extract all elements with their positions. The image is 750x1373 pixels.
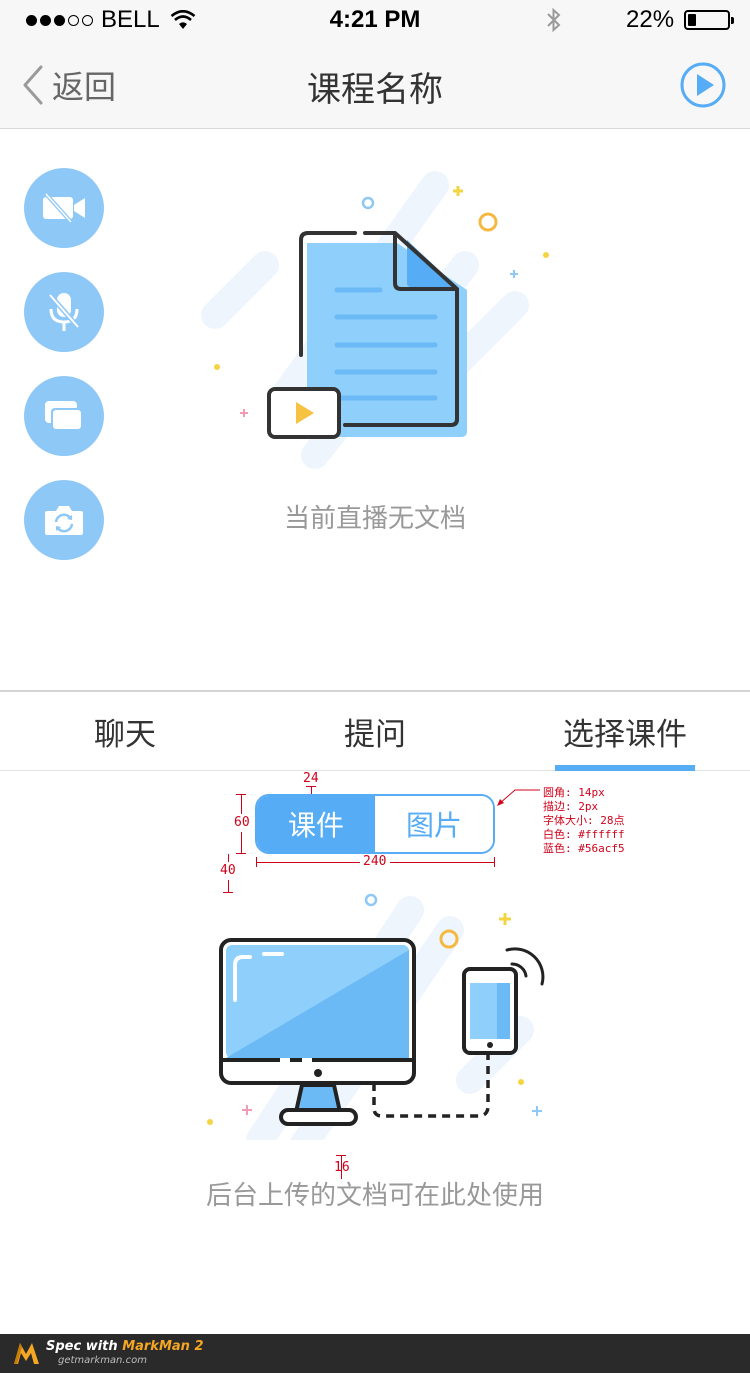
markman-brand-name: MarkMan 2 — [122, 1339, 204, 1354]
chevron-left-icon — [23, 65, 43, 105]
signal-strength-icon — [26, 14, 93, 26]
annotation-width-line-right — [390, 862, 494, 863]
markman-logo-icon — [14, 1343, 39, 1364]
computer-phone-illustration — [207, 893, 545, 1140]
carrier-info: BELL — [26, 6, 196, 34]
annotation-note-blue: 蓝色: #56acf5 — [543, 842, 625, 855]
battery-percent: 22% — [626, 6, 675, 33]
tab-questions[interactable]: 提问 — [250, 692, 500, 771]
annotation-height-cap-top — [236, 794, 246, 795]
annotation-width-line-left — [256, 862, 360, 863]
battery-icon — [684, 10, 734, 30]
markman-brand-prefix: Spec with — [46, 1339, 123, 1354]
annotation-gap-top-line — [311, 786, 312, 794]
live-document-area: 当前直播无文档 — [0, 130, 750, 690]
back-button[interactable]: 返回 — [22, 62, 116, 108]
markman-url: getmarkman.com — [58, 1355, 147, 1366]
annotation-note-white: 白色: #ffffff — [543, 828, 625, 841]
back-label: 返回 — [52, 68, 117, 106]
annotation-height-cap-bottom — [236, 853, 246, 854]
camera-toggle-button[interactable] — [24, 168, 104, 248]
annotation-gap-bottom: 40 — [220, 863, 236, 878]
annotation-note-radius: 圆角: 14px — [543, 786, 605, 799]
carrier-name: BELL — [101, 6, 160, 33]
annotation-arrow — [497, 789, 540, 806]
annotation-note-stroke: 描边: 2px — [543, 800, 599, 813]
navigation-bar: 返回 课程名称 — [0, 40, 750, 129]
annotation-note-font-size: 字体大小: 28点 — [543, 814, 625, 827]
annotation-width-cap-right — [494, 857, 495, 867]
tab-chat[interactable]: 聊天 — [0, 692, 250, 771]
empty-document-illustration — [201, 171, 549, 469]
annotation-gap-bottom-line-top — [228, 854, 229, 862]
annotation-gap-text-cap — [336, 1155, 346, 1156]
wifi-icon — [170, 10, 196, 29]
annotation-gap-top: 24 — [303, 771, 319, 786]
play-circle-icon[interactable] — [680, 62, 726, 108]
courseware-segmented-control: 课件 图片 — [255, 794, 495, 854]
empty-document-message: 当前直播无文档 — [283, 504, 466, 534]
annotation-width: 240 — [363, 854, 387, 869]
segment-courseware[interactable]: 课件 — [257, 796, 375, 852]
tab-select-courseware[interactable]: 选择课件 — [555, 692, 695, 771]
camera-off-icon — [43, 192, 85, 224]
segment-images[interactable]: 图片 — [375, 796, 493, 852]
annotation-width-cap-left — [256, 857, 257, 867]
windows-icon — [45, 401, 83, 431]
annotation-height: 60 — [234, 815, 250, 830]
bluetooth-icon — [547, 7, 561, 33]
mic-off-icon — [48, 293, 80, 331]
status-bar: BELL 4:21 PM 22% — [0, 0, 750, 40]
annotation-notes: 圆角: 14px 描边: 2px 字体大小: 28点 白色: #ffffff 蓝… — [543, 786, 625, 856]
markman-footer: Spec with MarkMan 2 getmarkman.com — [0, 1334, 750, 1373]
tab-bar: 聊天 提问 选择课件 — [0, 690, 750, 771]
annotation-gap-top-cap — [306, 786, 316, 787]
screen-share-button[interactable] — [24, 376, 104, 456]
upload-hint-message: 后台上传的文档可在此处使用 — [205, 1181, 544, 1211]
active-tab-indicator — [555, 765, 695, 771]
annotation-height-line-bottom — [241, 832, 242, 854]
annotation-height-line-top — [241, 794, 242, 814]
markman-brand: Spec with MarkMan 2 — [46, 1339, 204, 1354]
microphone-toggle-button[interactable] — [24, 272, 104, 352]
